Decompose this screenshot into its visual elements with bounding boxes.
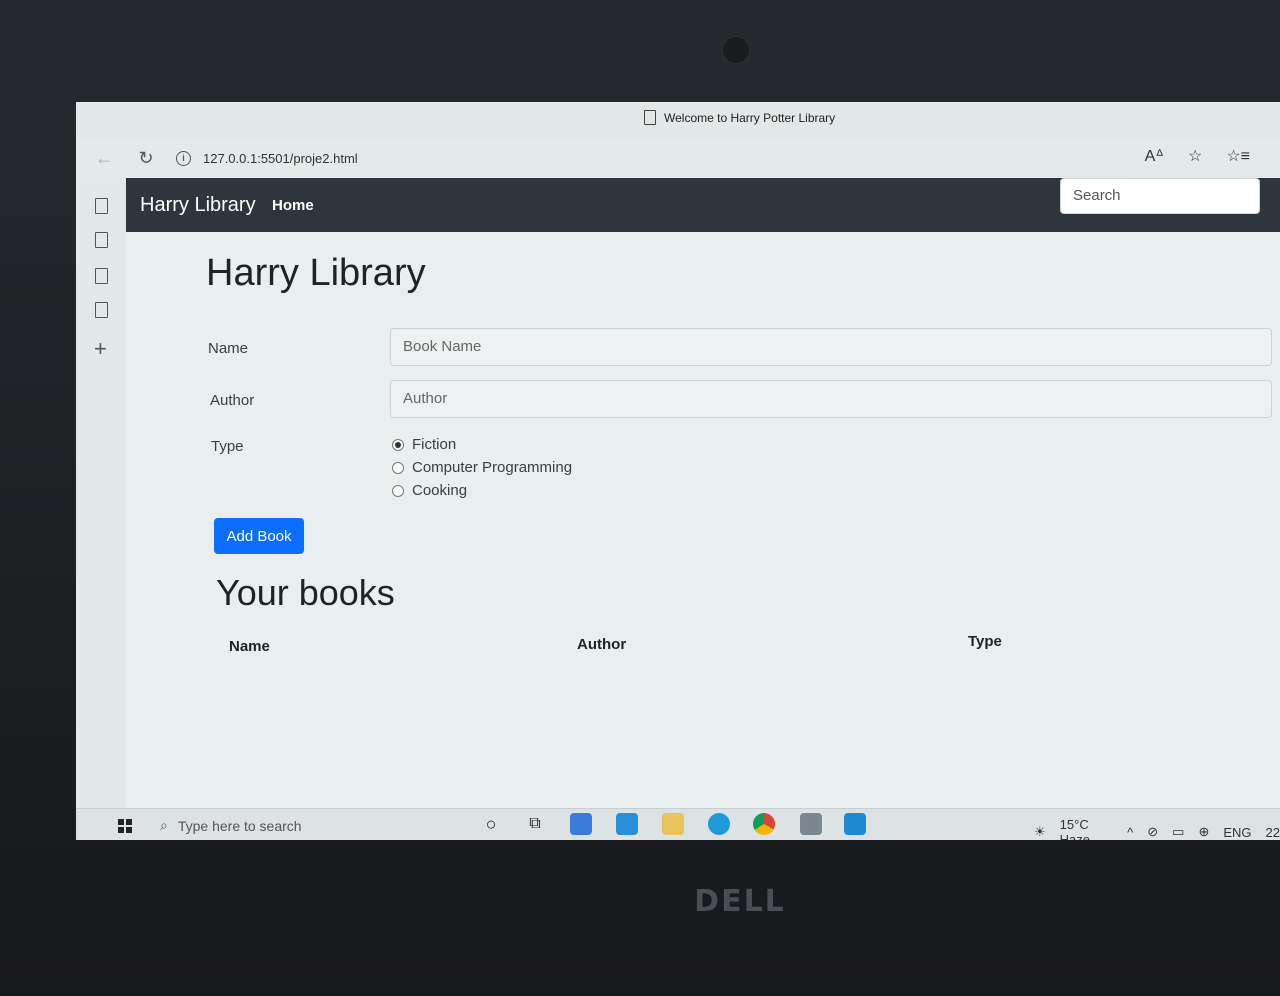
windows-taskbar: ⌕ Type here to search ○ ⧉ ☀ 15°C Haze ^ …	[76, 808, 1280, 840]
page-icon	[644, 110, 656, 125]
chrome-icon[interactable]	[753, 813, 775, 835]
tab-page-icon[interactable]	[95, 302, 108, 318]
radio-label: Cooking	[412, 482, 468, 499]
browser-titlebar: Welcome to Harry Potter Library	[76, 102, 1280, 138]
search-input[interactable]: Search	[1060, 178, 1260, 214]
info-icon[interactable]: i	[176, 150, 191, 166]
book-name-input[interactable]: Book Name	[390, 328, 1272, 366]
name-label: Name	[208, 340, 249, 357]
navbar: Harry Library Home Search	[126, 178, 1280, 232]
tab-page-icon[interactable]	[95, 232, 108, 248]
mail-icon[interactable]	[616, 813, 638, 835]
books-heading: Your books	[216, 572, 395, 613]
tab-actions-icon[interactable]	[95, 198, 108, 214]
browser-tab[interactable]: Welcome to Harry Potter Library	[644, 110, 835, 125]
cortana-icon[interactable]: ○	[480, 813, 502, 835]
screen: Welcome to Harry Potter Library ← ↻ i 12…	[76, 102, 1280, 840]
radio-button[interactable]	[392, 438, 404, 451]
favorites-icon[interactable]: ☆≡	[1226, 146, 1250, 166]
taskbar-search[interactable]: ⌕ Type here to search	[160, 817, 302, 834]
refresh-icon[interactable]: ↻	[134, 146, 158, 170]
author-label: Author	[210, 392, 255, 409]
nav-home-link[interactable]: Home	[272, 197, 314, 214]
address-bar[interactable]: i 127.0.0.1:5501/proje2.html	[176, 144, 1036, 172]
add-favorite-icon[interactable]: ☆	[1188, 146, 1202, 166]
read-aloud-icon[interactable]: Aᐞ	[1145, 146, 1164, 166]
search-icon: ⌕	[160, 817, 168, 833]
weather-icon: ☀	[1034, 824, 1046, 839]
toolbar-actions: Aᐞ ☆ ☆≡	[1145, 146, 1250, 166]
radio-cooking[interactable]: Cooking	[392, 482, 467, 499]
system-tray: ☀ 15°C Haze ^ ⊘ ▭ ⊕ ENG 22	[1034, 817, 1280, 840]
radio-label: Computer Programming	[412, 459, 573, 476]
windows-start-icon[interactable]	[118, 819, 132, 833]
page-title: Harry Library	[206, 252, 426, 294]
table-header-name: Name	[229, 638, 270, 655]
task-view-icon[interactable]: ⧉	[524, 813, 546, 835]
vscode-icon[interactable]	[844, 813, 866, 835]
add-book-button[interactable]: Add Book	[214, 518, 304, 554]
url-text: 127.0.0.1:5501/proje2.html	[203, 150, 358, 166]
browser-toolbar: ← ↻ i 127.0.0.1:5501/proje2.html Aᐞ ☆ ☆≡	[76, 138, 1280, 178]
new-tab-icon[interactable]: +	[94, 338, 107, 360]
dell-logo: DELL	[694, 884, 786, 919]
weather-text[interactable]: 15°C Haze	[1060, 817, 1113, 840]
radio-fiction[interactable]: Fiction	[392, 436, 456, 453]
radio-button[interactable]	[392, 461, 404, 474]
globe-icon[interactable]: ⊕	[1198, 824, 1209, 840]
clock[interactable]: 22	[1266, 825, 1280, 840]
edge-icon[interactable]	[708, 813, 730, 835]
calculator-icon[interactable]	[800, 813, 822, 835]
radio-programming[interactable]: Computer Programming	[392, 459, 572, 476]
table-header-author: Author	[577, 636, 627, 653]
language-indicator[interactable]: ENG	[1223, 825, 1251, 840]
tab-page-icon[interactable]	[95, 268, 108, 284]
tab-title: Welcome to Harry Potter Library	[664, 110, 836, 125]
file-explorer-icon[interactable]	[662, 813, 684, 835]
radio-button[interactable]	[392, 484, 404, 497]
navbar-brand[interactable]: Harry Library	[140, 194, 256, 217]
webcam	[722, 36, 750, 64]
back-icon[interactable]: ←	[92, 146, 116, 170]
taskbar-search-text: Type here to search	[177, 817, 302, 834]
table-header-type: Type	[968, 633, 1002, 650]
vertical-tabs-sidebar: +	[76, 178, 127, 840]
author-input[interactable]: Author	[390, 380, 1272, 418]
battery-icon[interactable]: ▭	[1172, 824, 1184, 840]
web-page: Harry Library Home Search Harry Library …	[126, 178, 1280, 808]
type-label: Type	[211, 438, 244, 455]
chevron-up-icon[interactable]: ^	[1127, 825, 1133, 840]
store-icon[interactable]	[570, 813, 592, 835]
network-icon[interactable]: ⊘	[1147, 824, 1158, 840]
radio-label: Fiction	[412, 436, 457, 453]
